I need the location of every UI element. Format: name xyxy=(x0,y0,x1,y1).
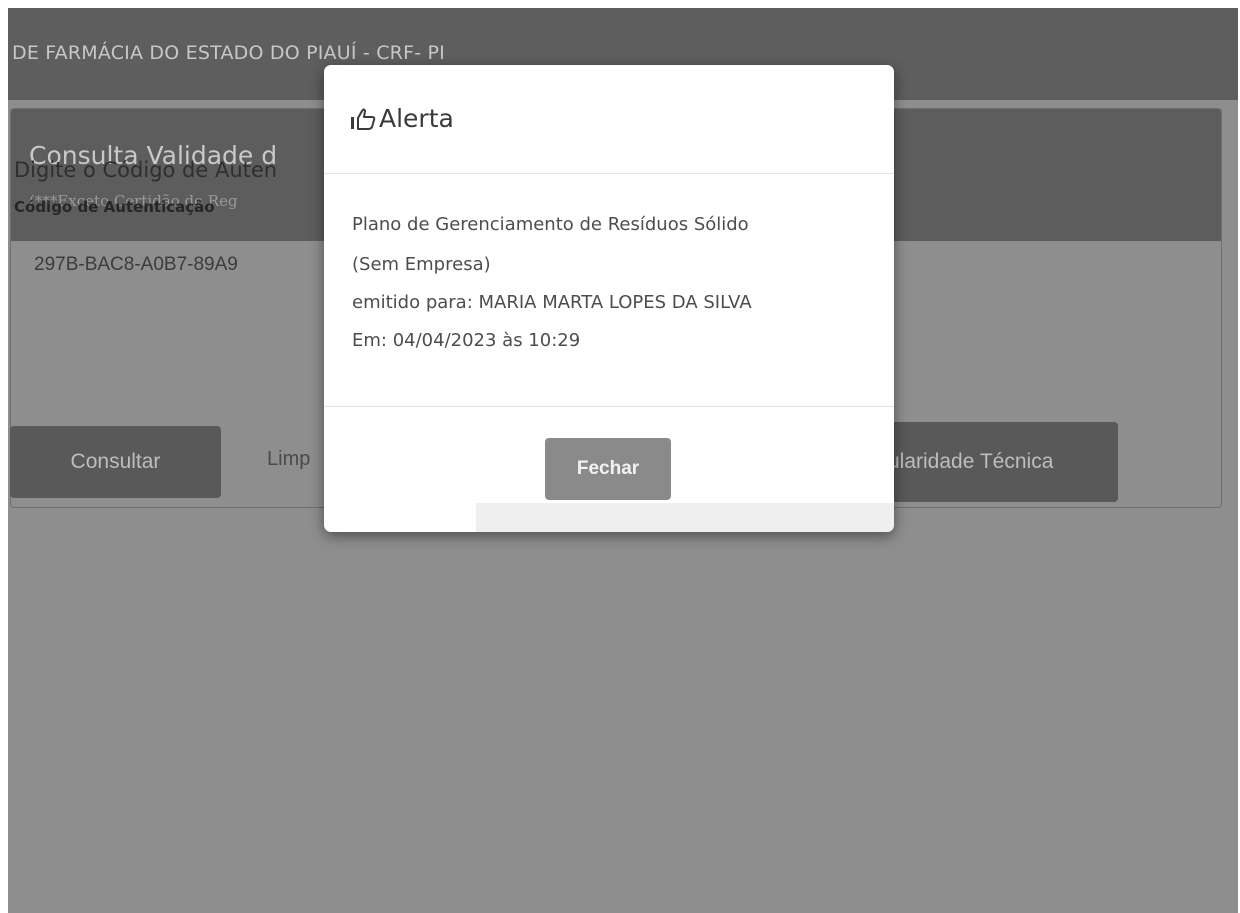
modal-body: Plano de Gerenciamento de Resíduos Sólid… xyxy=(324,174,894,406)
code-field-label: Código de Autenticação xyxy=(14,198,215,216)
regularidade-tecnica-label: ularidade Técnica xyxy=(888,450,1054,473)
footer-bleed xyxy=(476,503,894,532)
limpar-button[interactable]: Limp xyxy=(267,448,310,471)
consultar-button[interactable]: Consultar xyxy=(10,426,221,498)
company-text: (Sem Empresa) xyxy=(352,254,491,275)
document-type-text: Plano de Gerenciamento de Resíduos Sólid… xyxy=(352,214,749,235)
modal-title: Alerta xyxy=(379,104,454,133)
issued-to-text: emitido para: MARIA MARTA LOPES DA SILVA xyxy=(352,292,752,313)
modal-header: Alerta xyxy=(324,65,894,174)
thumbs-up-icon xyxy=(351,108,376,130)
alert-modal: Alerta Plano de Gerenciamento de Resíduo… xyxy=(324,65,894,532)
screen: DE FARMÁCIA DO ESTADO DO PIAUÍ - CRF- PI… xyxy=(0,0,1240,913)
site-title: DE FARMÁCIA DO ESTADO DO PIAUÍ - CRF- PI xyxy=(12,42,445,64)
modal-footer: Fechar xyxy=(324,406,894,532)
code-prompt: Digite o Código de Auten xyxy=(14,158,278,182)
issued-date-text: Em: 04/04/2023 às 10:29 xyxy=(352,330,581,351)
close-button[interactable]: Fechar xyxy=(545,438,671,500)
authentication-code-input[interactable] xyxy=(24,248,344,282)
regularidade-tecnica-button[interactable]: ularidade Técnica xyxy=(888,422,1118,502)
